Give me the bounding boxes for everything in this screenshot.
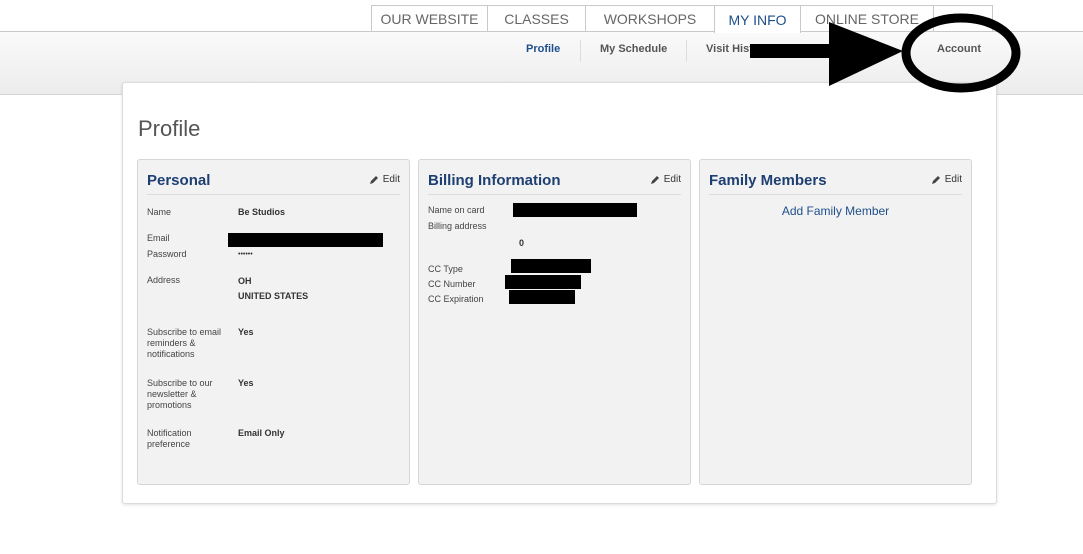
cc-number-redacted	[505, 275, 581, 289]
cc-type-redacted	[511, 259, 591, 273]
cc-number-label: CC Number	[428, 279, 476, 289]
billing-header: Billing Information Edit	[428, 170, 681, 195]
tab-empty	[933, 5, 993, 31]
email-label: Email	[147, 233, 170, 243]
subnav-visit-history[interactable]: Visit Hist	[706, 43, 753, 55]
family-panel: Family Members Edit Add Family Member	[699, 159, 972, 485]
subnav-divider	[686, 40, 687, 62]
billing-address-value: 0	[519, 238, 525, 248]
billing-edit-button[interactable]: Edit	[650, 174, 681, 185]
family-title: Family Members	[709, 172, 827, 189]
edit-label: Edit	[382, 174, 400, 185]
newsletter-label: Subscribe to our newsletter & promotions	[147, 378, 213, 410]
name-label: Name	[147, 207, 172, 217]
name-on-card-redacted	[513, 203, 637, 217]
billing-address-label: Billing address	[428, 221, 487, 231]
address-line2: UNITED STATES	[238, 291, 309, 301]
password-label: Password	[147, 249, 187, 259]
tab-our-website[interactable]: OUR WEBSITE	[371, 5, 488, 31]
page-title: Profile	[138, 116, 201, 141]
family-edit-button[interactable]: Edit	[931, 174, 962, 185]
subnav-divider	[580, 40, 581, 62]
notification-value: Email Only	[238, 428, 285, 438]
personal-title: Personal	[147, 172, 211, 189]
pencil-icon	[650, 175, 659, 184]
profile-card: Profile Personal Edit Name Be Studios Em…	[122, 82, 997, 504]
email-reminders-label: Subscribe to email reminders & notificat…	[147, 327, 222, 359]
top-nav-tabs: OUR WEBSITE CLASSES WORKSHOPS MY INFO ON…	[371, 5, 993, 33]
subnav-account[interactable]: Account	[937, 43, 981, 55]
address-line1: OH	[238, 276, 252, 286]
personal-header: Personal Edit	[147, 170, 400, 195]
tab-my-info[interactable]: MY INFO	[714, 5, 801, 33]
name-on-card-label: Name on card	[428, 205, 485, 215]
newsletter-value: Yes	[238, 378, 254, 388]
add-family-member-link[interactable]: Add Family Member	[700, 204, 971, 218]
tab-online-store[interactable]: ONLINE STORE	[800, 5, 934, 31]
name-value: Be Studios	[238, 207, 286, 217]
pencil-icon	[369, 175, 378, 184]
address-label: Address	[147, 275, 181, 285]
tab-workshops[interactable]: WORKSHOPS	[585, 5, 715, 31]
tab-classes[interactable]: CLASSES	[487, 5, 586, 31]
edit-label: Edit	[663, 174, 681, 185]
personal-edit-button[interactable]: Edit	[369, 174, 400, 185]
password-value: ••••••	[238, 251, 253, 258]
billing-panel: Billing Information Edit Name on card Bi…	[418, 159, 691, 485]
email-reminders-value: Yes	[238, 327, 254, 337]
family-header: Family Members Edit	[709, 170, 962, 195]
email-redacted	[228, 233, 383, 247]
cc-expiration-label: CC Expiration	[428, 294, 484, 304]
notification-label: Notification preference	[147, 428, 192, 449]
cc-type-label: CC Type	[428, 264, 463, 274]
subnav-my-schedule[interactable]: My Schedule	[600, 43, 667, 55]
personal-panel: Personal Edit Name Be Studios Email Pass…	[137, 159, 410, 485]
cc-expiration-redacted	[509, 290, 575, 304]
billing-title: Billing Information	[428, 172, 561, 189]
subnav-profile[interactable]: Profile	[526, 43, 560, 55]
pencil-icon	[931, 175, 940, 184]
edit-label: Edit	[944, 174, 962, 185]
